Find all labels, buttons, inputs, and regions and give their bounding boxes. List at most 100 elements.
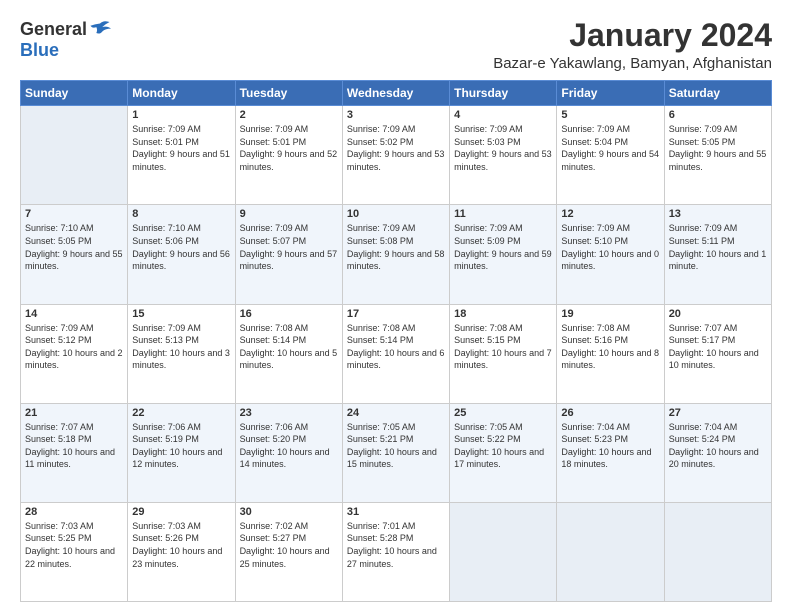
calendar-cell: 27 Sunrise: 7:04 AM Sunset: 5:24 PM Dayli… (664, 403, 771, 502)
logo: General Blue (20, 18, 111, 61)
day-number: 12 (561, 208, 659, 220)
calendar-cell: 7Sunrise: 7:10 AM Sunset: 5:05 PM Daylig… (21, 205, 128, 304)
day-info: Sunrise: 7:09 AM Sunset: 5:12 PM Dayligh… (25, 322, 123, 372)
calendar-cell: 17Sunrise: 7:08 AM Sunset: 5:14 PM Dayli… (342, 304, 449, 403)
day-info: Sunrise: 7:09 AM Sunset: 5:10 PM Dayligh… (561, 222, 659, 272)
day-info: Sunrise: 7:07 AM Sunset: 5:17 PM Dayligh… (669, 322, 767, 372)
day-number: 26 (561, 407, 659, 419)
calendar-cell: 28 Sunrise: 7:03 AM Sunset: 5:25 PM Dayli… (21, 502, 128, 601)
calendar: SundayMondayTuesdayWednesdayThursdayFrid… (20, 80, 772, 602)
day-number: 11 (454, 208, 552, 220)
weekday-header: Monday (128, 81, 235, 106)
calendar-cell (450, 502, 557, 601)
calendar-cell: 24 Sunrise: 7:05 AM Sunset: 5:21 PM Dayli… (342, 403, 449, 502)
day-number: 13 (669, 208, 767, 220)
day-number: 21 (25, 407, 123, 419)
day-info: Sunrise: 7:03 AM Sunset: 5:25 PM Dayligh… (25, 520, 123, 570)
day-number: 10 (347, 208, 445, 220)
calendar-cell (21, 106, 128, 205)
day-number: 22 (132, 407, 230, 419)
day-info: Sunrise: 7:08 AM Sunset: 5:14 PM Dayligh… (240, 322, 338, 372)
calendar-cell: 9 Sunrise: 7:09 AM Sunset: 5:07 PM Daylig… (235, 205, 342, 304)
day-number: 31 (347, 506, 445, 518)
calendar-cell: 11Sunrise: 7:09 AM Sunset: 5:09 PM Dayli… (450, 205, 557, 304)
day-number: 19 (561, 308, 659, 320)
calendar-cell (557, 502, 664, 601)
day-info: Sunrise: 7:09 AM Sunset: 5:13 PM Dayligh… (132, 322, 230, 372)
day-info: Sunrise: 7:08 AM Sunset: 5:14 PM Dayligh… (347, 322, 445, 372)
calendar-cell: 5 Sunrise: 7:09 AM Sunset: 5:04 PM Daylig… (557, 106, 664, 205)
day-number: 27 (669, 407, 767, 419)
day-info: Sunrise: 7:10 AM Sunset: 5:06 PM Dayligh… (132, 222, 230, 272)
day-number: 2 (240, 109, 338, 121)
day-info: Sunrise: 7:06 AM Sunset: 5:20 PM Dayligh… (240, 421, 338, 471)
day-info: Sunrise: 7:05 AM Sunset: 5:21 PM Dayligh… (347, 421, 445, 471)
calendar-cell (664, 502, 771, 601)
calendar-cell: 30 Sunrise: 7:02 AM Sunset: 5:27 PM Dayli… (235, 502, 342, 601)
calendar-header-row: SundayMondayTuesdayWednesdayThursdayFrid… (21, 81, 772, 106)
day-number: 1 (132, 109, 230, 121)
day-info: Sunrise: 7:05 AM Sunset: 5:22 PM Dayligh… (454, 421, 552, 471)
day-number: 15 (132, 308, 230, 320)
day-number: 3 (347, 109, 445, 121)
calendar-week-row: 7Sunrise: 7:10 AM Sunset: 5:05 PM Daylig… (21, 205, 772, 304)
header: General Blue January 2024 Bazar-e Yakawl… (20, 18, 772, 72)
weekday-header: Wednesday (342, 81, 449, 106)
calendar-cell: 2Sunrise: 7:09 AM Sunset: 5:01 PM Daylig… (235, 106, 342, 205)
calendar-week-row: 1Sunrise: 7:09 AM Sunset: 5:01 PM Daylig… (21, 106, 772, 205)
subtitle: Bazar-e Yakawlang, Bamyan, Afghanistan (493, 55, 772, 72)
calendar-cell: 1Sunrise: 7:09 AM Sunset: 5:01 PM Daylig… (128, 106, 235, 205)
day-number: 9 (240, 208, 338, 220)
day-info: Sunrise: 7:09 AM Sunset: 5:04 PM Dayligh… (561, 123, 659, 173)
day-info: Sunrise: 7:04 AM Sunset: 5:24 PM Dayligh… (669, 421, 767, 471)
weekday-header: Thursday (450, 81, 557, 106)
calendar-cell: 18Sunrise: 7:08 AM Sunset: 5:15 PM Dayli… (450, 304, 557, 403)
day-info: Sunrise: 7:06 AM Sunset: 5:19 PM Dayligh… (132, 421, 230, 471)
logo-bird-icon (89, 18, 111, 40)
calendar-cell: 23 Sunrise: 7:06 AM Sunset: 5:20 PM Dayli… (235, 403, 342, 502)
calendar-cell: 20 Sunrise: 7:07 AM Sunset: 5:17 PM Dayli… (664, 304, 771, 403)
day-number: 30 (240, 506, 338, 518)
calendar-cell: 4Sunrise: 7:09 AM Sunset: 5:03 PM Daylig… (450, 106, 557, 205)
calendar-cell: 13 Sunrise: 7:09 AM Sunset: 5:11 PM Dayli… (664, 205, 771, 304)
calendar-cell: 3 Sunrise: 7:09 AM Sunset: 5:02 PM Daylig… (342, 106, 449, 205)
logo-blue-text: Blue (20, 40, 59, 61)
day-info: Sunrise: 7:03 AM Sunset: 5:26 PM Dayligh… (132, 520, 230, 570)
day-info: Sunrise: 7:07 AM Sunset: 5:18 PM Dayligh… (25, 421, 123, 471)
day-info: Sunrise: 7:09 AM Sunset: 5:07 PM Dayligh… (240, 222, 338, 272)
day-info: Sunrise: 7:09 AM Sunset: 5:11 PM Dayligh… (669, 222, 767, 272)
day-info: Sunrise: 7:09 AM Sunset: 5:05 PM Dayligh… (669, 123, 767, 173)
day-number: 25 (454, 407, 552, 419)
day-info: Sunrise: 7:09 AM Sunset: 5:08 PM Dayligh… (347, 222, 445, 272)
day-info: Sunrise: 7:04 AM Sunset: 5:23 PM Dayligh… (561, 421, 659, 471)
calendar-week-row: 21 Sunrise: 7:07 AM Sunset: 5:18 PM Dayli… (21, 403, 772, 502)
calendar-cell: 19 Sunrise: 7:08 AM Sunset: 5:16 PM Dayli… (557, 304, 664, 403)
day-info: Sunrise: 7:10 AM Sunset: 5:05 PM Dayligh… (25, 222, 123, 272)
day-info: Sunrise: 7:09 AM Sunset: 5:02 PM Dayligh… (347, 123, 445, 173)
day-number: 23 (240, 407, 338, 419)
title-area: January 2024 Bazar-e Yakawlang, Bamyan, … (493, 18, 772, 72)
calendar-cell: 6 Sunrise: 7:09 AM Sunset: 5:05 PM Daylig… (664, 106, 771, 205)
day-number: 28 (25, 506, 123, 518)
day-number: 20 (669, 308, 767, 320)
day-number: 24 (347, 407, 445, 419)
weekday-header: Friday (557, 81, 664, 106)
day-number: 14 (25, 308, 123, 320)
calendar-cell: 12 Sunrise: 7:09 AM Sunset: 5:10 PM Dayli… (557, 205, 664, 304)
weekday-header: Saturday (664, 81, 771, 106)
calendar-cell: 8 Sunrise: 7:10 AM Sunset: 5:06 PM Daylig… (128, 205, 235, 304)
day-number: 5 (561, 109, 659, 121)
weekday-header: Sunday (21, 81, 128, 106)
day-info: Sunrise: 7:08 AM Sunset: 5:16 PM Dayligh… (561, 322, 659, 372)
day-number: 8 (132, 208, 230, 220)
calendar-cell: 15 Sunrise: 7:09 AM Sunset: 5:13 PM Dayli… (128, 304, 235, 403)
weekday-header: Tuesday (235, 81, 342, 106)
day-info: Sunrise: 7:02 AM Sunset: 5:27 PM Dayligh… (240, 520, 338, 570)
calendar-cell: 22 Sunrise: 7:06 AM Sunset: 5:19 PM Dayli… (128, 403, 235, 502)
calendar-cell: 25 Sunrise: 7:05 AM Sunset: 5:22 PM Dayli… (450, 403, 557, 502)
day-number: 4 (454, 109, 552, 121)
calendar-cell: 31Sunrise: 7:01 AM Sunset: 5:28 PM Dayli… (342, 502, 449, 601)
day-number: 6 (669, 109, 767, 121)
day-number: 18 (454, 308, 552, 320)
calendar-week-row: 14 Sunrise: 7:09 AM Sunset: 5:12 PM Dayli… (21, 304, 772, 403)
